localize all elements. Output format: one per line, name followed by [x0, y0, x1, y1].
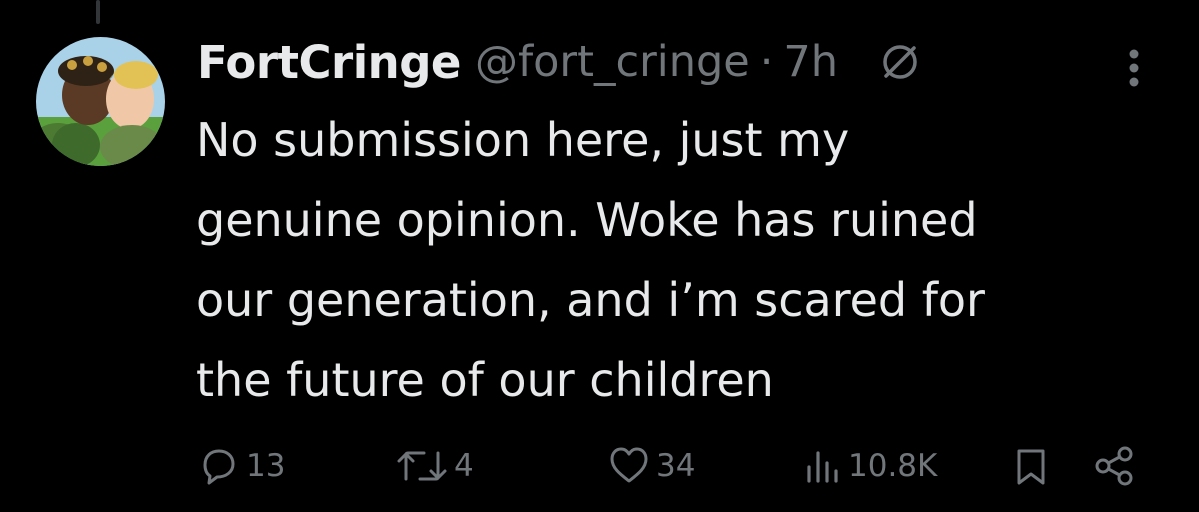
timestamp[interactable]: 7h: [783, 37, 838, 87]
tweet-text-line: genuine opinion. Woke has ruined: [196, 193, 978, 247]
views-count: 10.8K: [848, 448, 938, 484]
display-name[interactable]: FortCringe: [197, 36, 461, 89]
avatar-image: [36, 37, 165, 166]
user-handle[interactable]: @fort_cringe: [475, 37, 750, 87]
like-button[interactable]: 34: [606, 438, 695, 494]
like-count: 34: [656, 448, 696, 484]
tweet-text-line: the future of our children: [196, 353, 774, 407]
reply-icon: [196, 443, 242, 489]
avatar[interactable]: [36, 37, 165, 166]
action-bar: 13 4 34 10.8K: [196, 438, 1146, 494]
tweet-text-line: No submission here, just my: [196, 113, 850, 167]
heart-icon: [606, 443, 652, 489]
separator-dot: ·: [759, 37, 774, 87]
retweet-icon: [394, 443, 450, 489]
retweet-count: 4: [454, 448, 474, 484]
vertical-ellipsis-icon[interactable]: [1114, 46, 1154, 90]
tweet-text: No submission here, just my genuine opin…: [196, 100, 1156, 420]
bookmark-icon: [1008, 443, 1054, 489]
circle-slash-icon: [878, 40, 922, 84]
reply-count: 13: [246, 448, 286, 484]
thread-line: [96, 0, 100, 24]
bookmark-button[interactable]: [1008, 438, 1054, 494]
share-button[interactable]: [1092, 438, 1138, 494]
share-icon: [1092, 443, 1138, 489]
reply-button[interactable]: 13: [196, 438, 285, 494]
tweet-text-line: our generation, and i’m scared for: [196, 273, 985, 327]
views-chart-icon: [802, 443, 844, 489]
views-button[interactable]: 10.8K: [802, 438, 937, 494]
retweet-button[interactable]: 4: [394, 438, 474, 494]
tweet-header: FortCringe @fort_cringe · 7h: [197, 30, 922, 94]
